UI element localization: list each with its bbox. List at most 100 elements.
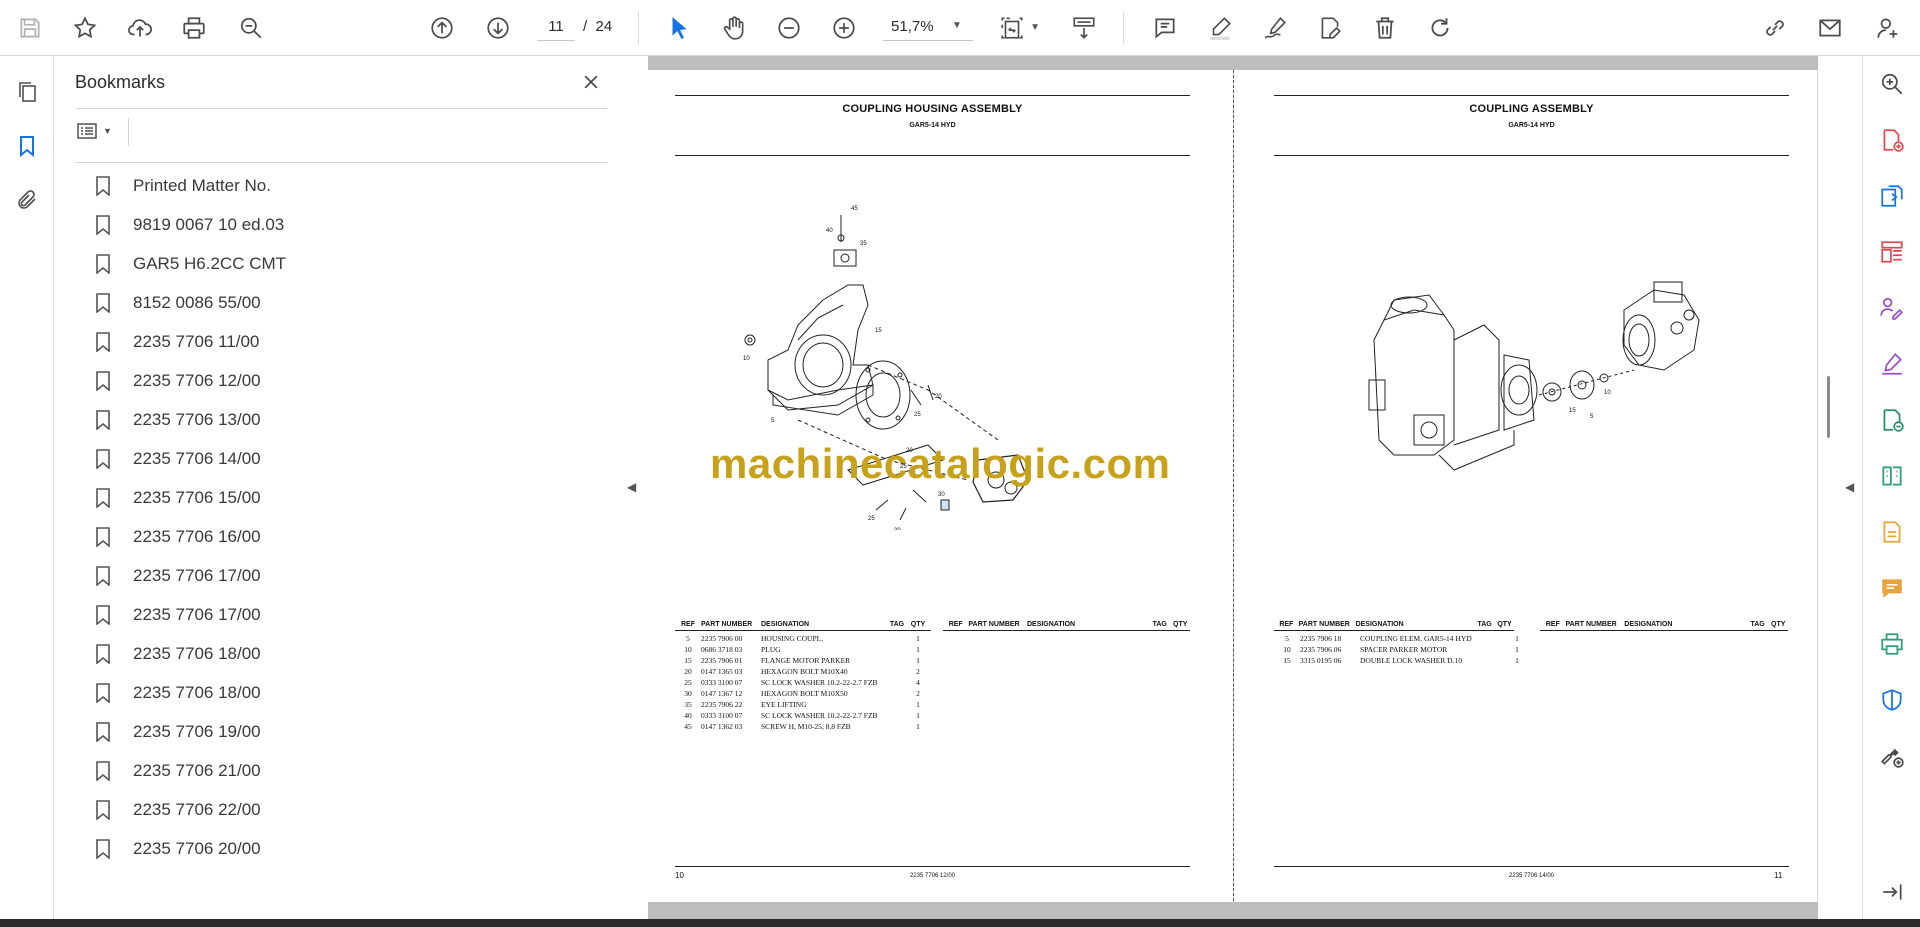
bookmarks-panel: Bookmarks ▼ Printed Matter No. 9819 0067 … (55, 56, 625, 919)
scan-document-icon[interactable] (1876, 516, 1908, 548)
table-header-cell: QTY (910, 621, 926, 628)
page-thumbnails-icon[interactable] (11, 76, 43, 108)
draw-pen-icon[interactable] (1257, 10, 1293, 46)
bookmark-item[interactable]: 2235 7706 11/00 (95, 322, 615, 361)
comment-tool-icon[interactable] (1876, 572, 1908, 604)
close-icon[interactable] (577, 68, 605, 96)
svg-text:15: 15 (875, 328, 882, 334)
bookmark-item[interactable]: GAR5 H6.2CC CMT (95, 244, 615, 283)
scroll-mode-icon[interactable] (1066, 10, 1102, 46)
table-cell: COUPLING ELEM. GAR5-14 HYD (1360, 634, 1472, 643)
bookmark-item[interactable]: Printed Matter No. (95, 166, 615, 205)
collapse-left-panel-icon[interactable]: ◀ (627, 480, 636, 494)
protect-shield-icon[interactable] (1876, 684, 1908, 716)
request-signature-icon[interactable] (1876, 292, 1908, 324)
table-cell: HEXAGON BOLT M10X40 (761, 667, 848, 676)
bookmark-item[interactable]: 9819 0067 10 ed.03 (95, 205, 615, 244)
table-header-cell: TAG (1477, 621, 1492, 628)
bookmark-panel-icon[interactable] (11, 130, 43, 162)
zoom-in-icon[interactable] (826, 10, 862, 46)
bookmark-item[interactable]: 8152 0086 55/00 (95, 283, 615, 322)
table-row: 45 0147 1362 03 SCREW H, M10-25, 8,8 FZB 1 (675, 722, 931, 733)
table-header-cell: DESIGNATION (761, 621, 810, 628)
print-icon[interactable] (176, 10, 212, 46)
bookmark-options-button[interactable]: ▼ (75, 116, 121, 146)
bookmark-item[interactable]: 2235 7706 14/00 (95, 439, 615, 478)
table-cell: SCREW H, M10-25, 8,8 FZB (761, 722, 851, 731)
collapse-right-panel-icon[interactable]: ◀ (1845, 480, 1854, 494)
table-cell: 3315 0195 06 (1300, 656, 1342, 665)
table-row: 20 0147 1365 03 HEXAGON BOLT M10X40 2 (675, 667, 931, 678)
bookmark-item[interactable]: 2235 7706 20/00 (95, 829, 615, 868)
zoom-search-icon[interactable] (233, 10, 269, 46)
email-icon[interactable] (1812, 10, 1848, 46)
bookmark-item[interactable]: 2235 7706 22/00 (95, 790, 615, 829)
table-header-cell: REF (1545, 621, 1560, 628)
bookmark-item[interactable]: 2235 7706 19/00 (95, 712, 615, 751)
bookmark-item[interactable]: 2235 7706 18/00 (95, 673, 615, 712)
next-page-icon[interactable] (480, 10, 516, 46)
bookmark-label: 2235 7706 17/00 (133, 604, 261, 624)
table-header-cell: REF (1279, 621, 1294, 628)
create-pdf-icon[interactable] (1876, 124, 1908, 156)
compress-pdf-icon[interactable] (1876, 404, 1908, 436)
edit-compare-icon[interactable] (1876, 460, 1908, 492)
upload-cloud-icon[interactable] (122, 10, 158, 46)
fill-sign-icon[interactable] (1876, 348, 1908, 380)
bookmark-item[interactable]: 2235 7706 17/00 (95, 556, 615, 595)
table-cell: 1 (1515, 634, 1519, 643)
page-title: COUPLING ASSEMBLY (1469, 103, 1594, 115)
bookmark-item[interactable]: 2235 7706 15/00 (95, 478, 615, 517)
select-pointer-icon[interactable] (661, 10, 697, 46)
bookmark-label: Printed Matter No. (133, 175, 271, 195)
bookmark-item[interactable]: 2235 7706 18/00 (95, 634, 615, 673)
redo-icon[interactable] (1422, 10, 1458, 46)
add-user-icon[interactable] (1870, 10, 1906, 46)
expand-panel-icon[interactable] (1876, 876, 1908, 908)
highlight-pen-icon[interactable] (1202, 10, 1238, 46)
share-link-icon[interactable] (1757, 10, 1793, 46)
table-cell: 1 (916, 711, 920, 720)
bookmark-label: 9819 0067 10 ed.03 (133, 214, 285, 234)
bookmark-item[interactable]: 2235 7706 16/00 (95, 517, 615, 556)
table-header-cell: PART NUMBER (701, 621, 753, 628)
table-header-cell: TAG (889, 621, 905, 628)
hand-tool-icon[interactable] (716, 10, 752, 46)
more-tools-icon[interactable] (1876, 740, 1908, 772)
fit-page-icon[interactable]: ▼ (994, 10, 1040, 46)
search-zoom-icon[interactable] (1876, 68, 1908, 100)
table-cell: 0147 1362 03 (701, 722, 743, 731)
print-production-icon[interactable] (1876, 628, 1908, 660)
page-footer-code: 2235 7706 12/00 (909, 873, 956, 879)
bookmark-item[interactable]: 2235 7706 21/00 (95, 751, 615, 790)
trash-icon[interactable] (1367, 10, 1403, 46)
page-number-input[interactable] (537, 13, 575, 41)
bookmark-item[interactable]: 2235 7706 12/00 (95, 361, 615, 400)
table-header-cell: DESIGNATION (1355, 621, 1404, 628)
vertical-scrollbar[interactable] (1818, 56, 1832, 919)
bookmark-item[interactable]: 2235 7706 13/00 (95, 400, 615, 439)
previous-page-icon[interactable] (424, 10, 460, 46)
zoom-out-icon[interactable] (771, 10, 807, 46)
edit-pdf-icon[interactable] (1312, 10, 1348, 46)
table-cell: 2 (916, 667, 920, 676)
parts-table-left-empty: REF PART NUMBER DESIGNATION TAG QTY (943, 621, 1190, 634)
bookmark-item[interactable]: 2235 7706 17/00 (95, 595, 615, 634)
table-row: 10 0686 3718 03 PLUG 1 (675, 645, 931, 656)
organize-pages-icon[interactable] (1876, 236, 1908, 268)
comment-icon[interactable] (1147, 10, 1183, 46)
star-icon[interactable] (67, 10, 103, 46)
bookmark-label: 2235 7706 19/00 (133, 721, 261, 741)
table-cell: 1 (916, 700, 920, 709)
save-icon[interactable] (12, 10, 48, 46)
scrollbar-thumb[interactable] (1827, 376, 1830, 438)
bookmark-label: 2235 7706 11/00 (133, 331, 260, 351)
table-cell (886, 656, 908, 667)
table-header-cell: QTY (1497, 621, 1512, 628)
chevron-down-icon: ▼ (103, 126, 112, 136)
attachment-icon[interactable] (11, 184, 43, 216)
export-pdf-icon[interactable] (1876, 180, 1908, 212)
parts-table-right-empty: REF PART NUMBER DESIGNATION TAG QTY (1540, 621, 1788, 634)
left-navigation-rail (0, 56, 54, 919)
chevron-down-icon[interactable]: ▼ (952, 20, 962, 31)
